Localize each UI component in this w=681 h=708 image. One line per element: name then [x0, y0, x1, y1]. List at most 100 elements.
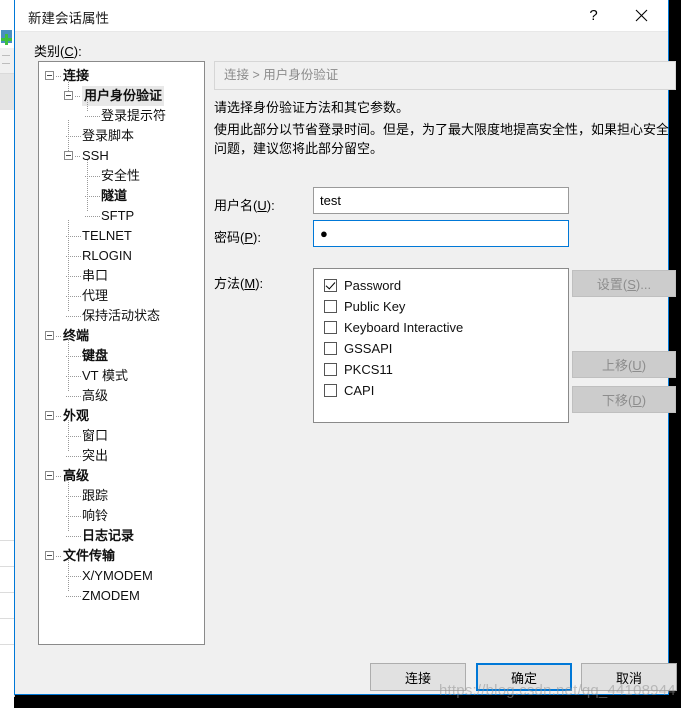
tree-item[interactable]: X/YMODEM: [39, 566, 204, 586]
category-tree[interactable]: 连接用户身份验证 登录提示符 登录脚本 SSH 安全性隧道 SFTP TELNET RLOGI…: [38, 61, 205, 645]
tree-item[interactable]: 日志记录: [39, 526, 204, 546]
tree-connector: [66, 456, 81, 457]
collapse-box-icon[interactable]: [64, 91, 73, 100]
tree-trunk-line: [68, 420, 69, 451]
tree-item[interactable]: 登录提示符: [39, 106, 204, 126]
dialog-titlebar: 新建会话属性 ?: [15, 0, 668, 32]
background-list-divider: [0, 540, 14, 541]
tree-item-label: 串口: [82, 268, 109, 283]
checkbox-icon[interactable]: [324, 363, 337, 376]
username-label: 用户名(U):: [214, 198, 275, 213]
connect-button[interactable]: 连接: [370, 663, 466, 691]
tree-item-label: 高级: [63, 468, 90, 483]
tree-item-label: 连接: [63, 68, 90, 83]
tree-item[interactable]: TELNET: [39, 226, 204, 246]
collapse-box-icon[interactable]: [45, 331, 54, 340]
tree-item[interactable]: 登录脚本: [39, 126, 204, 146]
method-label: 方法(M):: [214, 276, 264, 291]
tree-connector: [66, 596, 81, 597]
move-up-button[interactable]: 上移(U): [572, 351, 676, 378]
password-label: 密码(P):: [214, 230, 261, 245]
background-terminal-bottom: [14, 697, 681, 708]
checkbox-icon[interactable]: [324, 300, 337, 313]
password-input[interactable]: [313, 220, 569, 247]
close-icon: [635, 9, 648, 22]
tree-item[interactable]: 跟踪: [39, 486, 204, 506]
settings-button-label: S: [627, 277, 636, 292]
tree-item[interactable]: 响铃: [39, 506, 204, 526]
checkbox-icon[interactable]: [324, 342, 337, 355]
tree-item[interactable]: 窗口: [39, 426, 204, 446]
method-option-row[interactable]: Keyboard Interactive: [324, 317, 568, 338]
tree-item[interactable]: 键盘: [39, 346, 204, 366]
tree-item[interactable]: 突出: [39, 446, 204, 466]
tree-item[interactable]: 高级: [39, 466, 204, 486]
move-down-button[interactable]: 下移(D): [572, 386, 676, 413]
tree-item[interactable]: SSH: [39, 146, 204, 166]
tree-item-label: 键盘: [82, 348, 109, 363]
collapse-box-icon[interactable]: [45, 551, 54, 560]
tree-item[interactable]: 终端: [39, 326, 204, 346]
method-option-row[interactable]: CAPI: [324, 380, 568, 401]
move-down-button-label: ): [641, 393, 647, 408]
tree-item[interactable]: 高级: [39, 386, 204, 406]
background-tick: [2, 55, 10, 56]
tree-connector: [75, 96, 81, 97]
username-input[interactable]: [313, 187, 569, 214]
tree-item-label: VT 模式: [82, 368, 128, 383]
checkbox-icon[interactable]: [324, 321, 337, 334]
description-line-2: 使用此部分以节省登录时间。但是，为了最大限度地提高安全性，如果担心安全问题，建议…: [214, 122, 670, 156]
move-down-button-label: D: [632, 393, 642, 408]
dialog-title: 新建会话属性: [28, 11, 109, 26]
method-list[interactable]: Password Public Key Keyboard Interactive GS…: [313, 268, 569, 423]
checkbox-icon[interactable]: [324, 384, 337, 397]
ok-button[interactable]: 确定: [476, 663, 572, 691]
method-option-label: CAPI: [344, 383, 375, 398]
move-up-button-label: 上移(: [601, 358, 633, 373]
tree-item[interactable]: 安全性: [39, 166, 204, 186]
tree-connector: [66, 316, 81, 317]
tree-item-label: 窗口: [82, 428, 109, 443]
tree-connector: [56, 556, 62, 557]
description-line-1: 请选择身份验证方法和其它参数。: [214, 100, 410, 115]
method-option-row[interactable]: Public Key: [324, 296, 568, 317]
checkbox-checked-icon[interactable]: [324, 279, 337, 292]
help-button[interactable]: ?: [571, 0, 616, 31]
tree-item[interactable]: VT 模式: [39, 366, 204, 386]
tree-item-label: ZMODEM: [82, 588, 140, 603]
tree-item-label: 日志记录: [82, 528, 135, 543]
tree-trunk-line: [68, 120, 69, 151]
tree-item[interactable]: 用户身份验证: [39, 86, 204, 106]
tree-item[interactable]: 代理: [39, 286, 204, 306]
collapse-box-icon[interactable]: [64, 151, 73, 160]
method-option-row[interactable]: GSSAPI: [324, 338, 568, 359]
tree-item[interactable]: 外观: [39, 406, 204, 426]
tree-item[interactable]: 串口: [39, 266, 204, 286]
tree-trunk-line: [87, 160, 88, 211]
question-mark-icon: ?: [589, 7, 598, 24]
cancel-button[interactable]: 取消: [581, 663, 677, 691]
close-button[interactable]: [619, 0, 664, 31]
tree-item-label: 隧道: [101, 188, 128, 203]
tree-trunk-line: [87, 100, 88, 111]
method-option-row[interactable]: Password: [324, 275, 568, 296]
tree-item[interactable]: 隧道: [39, 186, 204, 206]
tree-item[interactable]: 保持活动状态: [39, 306, 204, 326]
tree-item[interactable]: SFTP: [39, 206, 204, 226]
collapse-box-icon[interactable]: [45, 71, 54, 80]
method-option-label: Public Key: [344, 299, 406, 314]
collapse-box-icon[interactable]: [45, 471, 54, 480]
tree-item[interactable]: RLOGIN: [39, 246, 204, 266]
collapse-box-icon[interactable]: [45, 411, 54, 420]
background-window-left: [0, 0, 15, 708]
breadcrumb: 连接 > 用户身份验证: [214, 61, 676, 90]
background-panel-b: [0, 74, 14, 110]
background-panel-a: [0, 48, 14, 74]
settings-button[interactable]: 设置(S)...: [572, 270, 676, 297]
method-option-row[interactable]: PKCS11: [324, 359, 568, 380]
tree-item-label: 文件传输: [63, 548, 116, 563]
tree-item[interactable]: 文件传输: [39, 546, 204, 566]
tree-item-label: 保持活动状态: [82, 308, 161, 323]
tree-item[interactable]: 连接: [39, 66, 204, 86]
tree-item[interactable]: ZMODEM: [39, 586, 204, 606]
